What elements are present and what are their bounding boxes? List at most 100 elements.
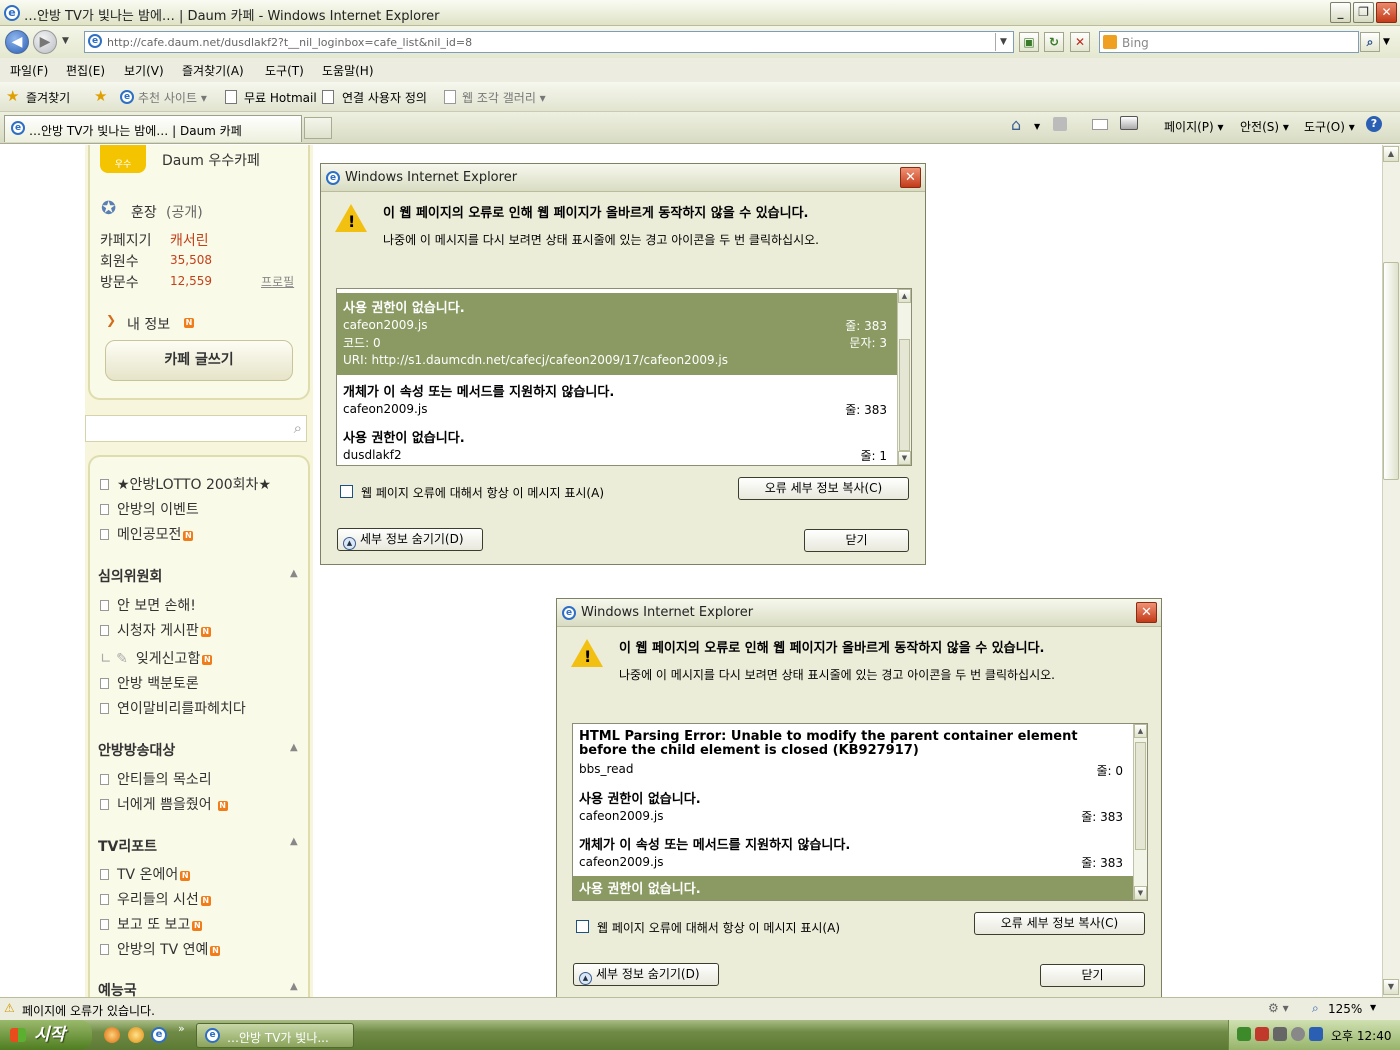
error-entry[interactable]: 개체가 이 속성 또는 메서드를 지원하지 않습니다. cafeon2009.j… <box>337 379 911 421</box>
page-menu[interactable]: 페이지(P) ▾ <box>1164 118 1224 135</box>
quicklaunch-more-icon[interactable]: » <box>178 1022 185 1035</box>
favorites-button[interactable]: 즐겨찾기 <box>26 89 70 106</box>
menu-item-events[interactable]: 안방의 이벤트 <box>100 499 199 519</box>
clock[interactable]: 오후 12:40 <box>1331 1027 1391 1044</box>
forward-button[interactable]: ▶ <box>33 30 57 54</box>
copy-error-details-button[interactable]: 오류 세부 정보 복사(C) <box>738 477 909 500</box>
profile-link[interactable]: 프로필 <box>261 273 294 290</box>
menu-tools[interactable]: 도구(T) <box>265 62 304 79</box>
scroll-down-icon[interactable]: ▼ <box>1383 979 1399 995</box>
tray-icon[interactable] <box>1255 1027 1269 1041</box>
copy-error-details-button[interactable]: 오류 세부 정보 복사(C) <box>974 912 1145 935</box>
favorite-hotmail[interactable]: 무료 Hotmail <box>244 89 317 106</box>
always-show-checkbox[interactable] <box>576 920 589 933</box>
close-window-button[interactable]: ✕ <box>1376 2 1397 23</box>
search-icon[interactable]: ⌕ <box>1360 32 1380 52</box>
favorite-suggested-sites[interactable]: 추천 사이트 ▾ <box>138 89 207 106</box>
menu-item-lotto[interactable]: ★안방LOTTO 200회차★ <box>100 474 271 494</box>
new-tab-button[interactable] <box>304 117 332 139</box>
add-favorite-icon[interactable]: ★ <box>94 87 107 105</box>
warning-icon[interactable]: ⚠ <box>4 1001 15 1015</box>
always-show-checkbox[interactable] <box>340 485 353 498</box>
tools-menu[interactable]: 도구(O) ▾ <box>1304 118 1355 135</box>
dialog-close-icon[interactable]: ✕ <box>1136 602 1157 623</box>
search-options-icon[interactable]: ▼ <box>1383 37 1390 47</box>
protected-mode-icon[interactable]: ⚙ ▾ <box>1268 1001 1289 1015</box>
collapse-icon[interactable]: ▲ <box>290 568 298 579</box>
list-scroll-thumb[interactable] <box>899 339 910 451</box>
tray-icon[interactable] <box>1273 1027 1287 1041</box>
error-entry-selected[interactable]: 사용 권한이 없습니다. <box>573 876 1147 900</box>
group-broadcast-award[interactable]: 안방방송대상 <box>98 740 175 760</box>
menu-item[interactable]: 연이말비리를파헤치다 <box>100 698 246 718</box>
menu-item[interactable]: 안방 백분토론 <box>100 673 199 693</box>
tray-icon[interactable] <box>1237 1027 1251 1041</box>
cafe-search-input[interactable]: ⌕ <box>85 415 307 442</box>
quicklaunch-ie-icon[interactable]: e <box>151 1027 167 1043</box>
list-scrollbar[interactable]: ▲ ▼ <box>897 289 911 465</box>
stat-value-owner[interactable]: 캐서린 <box>170 230 209 250</box>
menu-item[interactable]: 시청자 게시판 N <box>100 620 211 640</box>
tray-icon[interactable] <box>1309 1027 1323 1041</box>
scroll-down-icon[interactable]: ▼ <box>898 451 911 465</box>
group-review-committee[interactable]: 심의위원회 <box>98 566 162 586</box>
error-list[interactable]: HTML Parsing Error: Unable to modify the… <box>572 723 1148 901</box>
menu-item[interactable]: 너에게 쁨을줬어 N <box>100 794 228 814</box>
error-list[interactable]: 사용 권한이 없습니다. cafeon2009.js 줄: 383 코드: 0 … <box>336 288 912 466</box>
tab-cafe[interactable]: e …안방 TV가 빛나는 밤에… | Daum 카페 <box>4 115 302 142</box>
feeds-icon[interactable] <box>1053 117 1067 131</box>
help-icon[interactable]: ? <box>1366 116 1382 132</box>
print-icon[interactable] <box>1120 116 1138 130</box>
refresh-button[interactable]: ↻ <box>1044 32 1064 52</box>
favorite-customize-links[interactable]: 연결 사용자 정의 <box>342 89 427 106</box>
collapse-icon[interactable]: ▲ <box>290 836 298 847</box>
start-button[interactable]: 시작 <box>0 1020 92 1050</box>
my-info-link[interactable]: 내 정보 <box>127 314 170 334</box>
quicklaunch-browser-icon[interactable] <box>128 1027 144 1043</box>
favorite-web-slice-gallery[interactable]: 웹 조각 갤러리 ▾ <box>462 89 546 106</box>
error-entry-selected[interactable]: 사용 권한이 없습니다. cafeon2009.js 줄: 383 코드: 0 … <box>337 293 911 375</box>
write-post-button[interactable]: 카페 글쓰기 <box>105 340 293 381</box>
recent-pages-dropdown-icon[interactable]: ▼ <box>62 36 69 46</box>
quicklaunch-app-icon[interactable] <box>104 1027 120 1043</box>
menu-item[interactable]: 안 보면 손해! <box>100 595 196 615</box>
compatibility-view-button[interactable]: ▣ <box>1019 32 1039 52</box>
home-icon[interactable]: ⌂ <box>1011 115 1021 134</box>
scroll-up-icon[interactable]: ▲ <box>1134 724 1147 738</box>
search-input[interactable]: Bing <box>1122 36 1149 50</box>
menu-item[interactable]: 안방의 TV 연예 N <box>100 939 221 959</box>
hide-details-button[interactable]: ▲ 세부 정보 숨기기(D) <box>573 963 719 986</box>
restore-button[interactable]: ❐ <box>1353 2 1374 23</box>
taskbar-item-ie[interactable]: e …안방 TV가 빛나... <box>196 1023 354 1048</box>
dialog-caption[interactable]: e Windows Internet Explorer ✕ <box>557 599 1161 627</box>
group-tv-report[interactable]: TV리포트 <box>98 836 157 856</box>
scroll-up-icon[interactable]: ▲ <box>898 289 911 303</box>
dialog-caption[interactable]: e Windows Internet Explorer ✕ <box>321 164 925 192</box>
stop-button[interactable]: ✕ <box>1070 32 1090 52</box>
search-box[interactable]: Bing <box>1099 31 1359 53</box>
menu-item[interactable]: TV 온에어 N <box>100 864 191 884</box>
status-text[interactable]: 페이지에 오류가 있습니다. <box>22 1002 155 1019</box>
error-entry[interactable]: 사용 권한이 없습니다. cafeon2009.js 줄: 383 <box>573 786 1147 828</box>
mail-icon[interactable] <box>1092 119 1108 130</box>
error-entry[interactable]: 개체가 이 속성 또는 메서드를 지원하지 않습니다. cafeon2009.j… <box>573 832 1147 874</box>
menu-view[interactable]: 보기(V) <box>124 62 164 79</box>
collapse-icon[interactable]: ▲ <box>290 981 298 992</box>
back-button[interactable]: ◀ <box>5 30 29 54</box>
collapse-icon[interactable]: ▲ <box>290 742 298 753</box>
menu-favorites[interactable]: 즐겨찾기(A) <box>182 62 244 79</box>
close-dialog-button[interactable]: 닫기 <box>804 529 909 552</box>
scroll-down-icon[interactable]: ▼ <box>1134 886 1147 900</box>
address-bar[interactable]: e http://cafe.daum.net/dusdlakf2?t__nil_… <box>84 31 1014 53</box>
address-input[interactable]: http://cafe.daum.net/dusdlakf2?t__nil_lo… <box>107 36 472 49</box>
address-dropdown-icon[interactable]: ▼ <box>995 33 1011 51</box>
error-entry[interactable]: 사용 권한이 없습니다. dusdlakf2 줄: 1 <box>337 425 911 465</box>
safety-menu[interactable]: 안전(S) ▾ <box>1240 118 1289 135</box>
close-dialog-button[interactable]: 닫기 <box>1040 964 1145 987</box>
minimize-button[interactable]: _ <box>1330 2 1351 23</box>
menu-item[interactable]: 보고 또 보고 N <box>100 914 203 934</box>
menu-item[interactable]: 우리들의 시선 N <box>100 889 211 909</box>
scroll-up-icon[interactable]: ▲ <box>1383 146 1399 162</box>
zoom-level[interactable]: 125% <box>1328 1002 1362 1016</box>
menu-edit[interactable]: 편집(E) <box>66 62 105 79</box>
